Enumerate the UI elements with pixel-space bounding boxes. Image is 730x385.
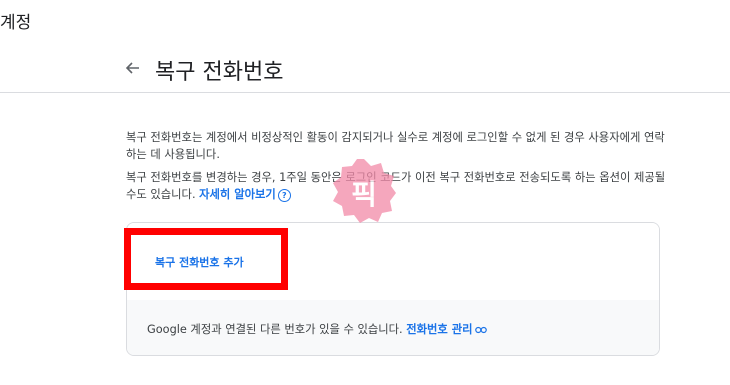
page-title: 복구 전화번호 — [155, 60, 284, 85]
manage-phone-numbers-link[interactable]: 전화번호 관리 — [406, 323, 487, 337]
card-bottom-section: Google 계정과 연결된 다른 번호가 있을 수 있습니다. 전화번호 관리 — [127, 300, 659, 355]
card-note: Google 계정과 연결된 다른 번호가 있을 수 있습니다. 전화번호 관리 — [147, 321, 487, 337]
help-circle-icon: ? — [277, 188, 291, 202]
card-note-text: Google 계정과 연결된 다른 번호가 있을 수 있습니다. — [147, 323, 403, 336]
manage-link-label: 전화번호 관리 — [406, 323, 473, 336]
description-paragraph-2: 복구 전화번호를 변경하는 경우, 1주일 동안은 로그인 코드가 이전 복구 … — [126, 169, 666, 203]
learn-more-label: 자세히 알아보기 — [199, 188, 276, 201]
link-icon — [474, 324, 487, 337]
top-bar: 계정 — [0, 0, 730, 40]
learn-more-link[interactable]: 자세히 알아보기? — [199, 188, 291, 202]
description-paragraph: 복구 전화번호는 계정에서 비정상적인 활동이 감지되거나 실수로 계정에 로그… — [126, 131, 665, 161]
app-title: 계정 — [0, 13, 32, 33]
card-top-section: 복구 전화번호 추가 — [127, 223, 659, 300]
recovery-phone-card: 복구 전화번호 추가 Google 계정과 연결된 다른 번호가 있을 수 있습… — [126, 222, 660, 356]
back-button[interactable] — [119, 55, 145, 81]
arrow-left-icon — [125, 62, 139, 74]
page-header: 복구 전화번호 — [0, 40, 730, 93]
add-recovery-phone-button[interactable]: 복구 전화번호 추가 — [155, 254, 244, 270]
